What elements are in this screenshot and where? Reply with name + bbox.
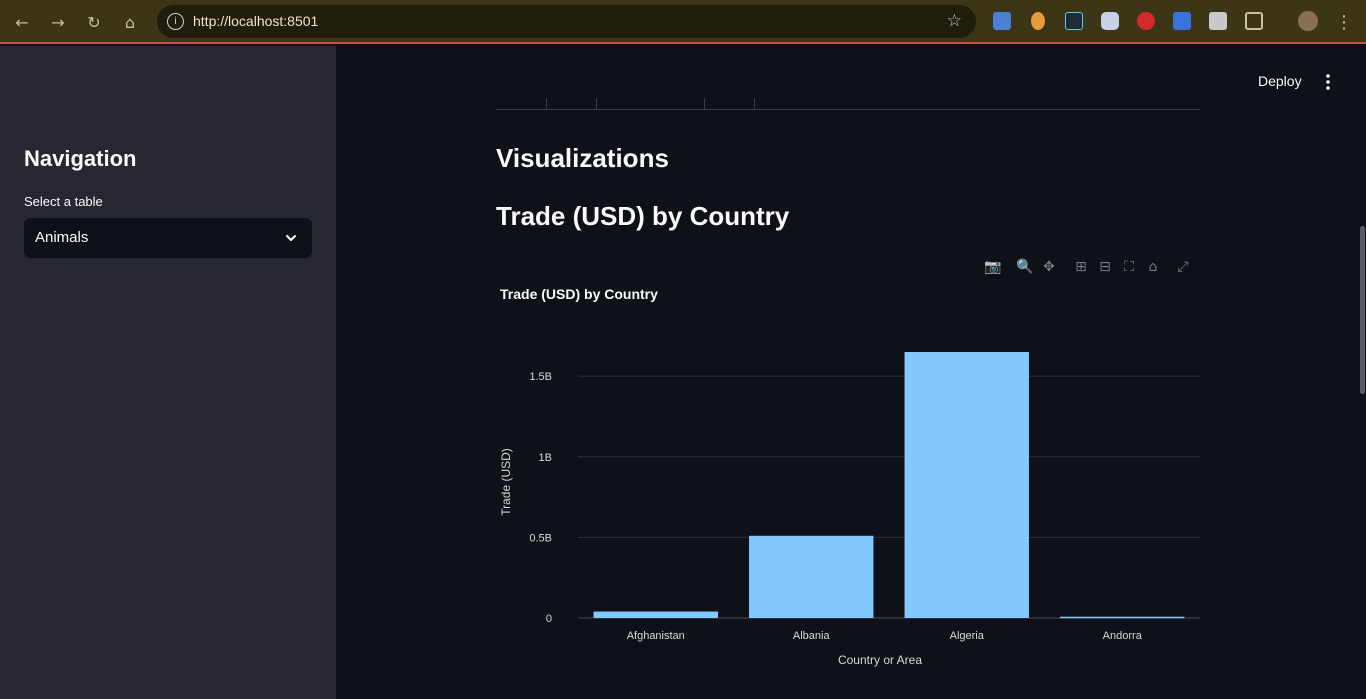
shield-extension-icon[interactable] (1101, 12, 1119, 30)
x-tick-label: Albania (793, 630, 831, 642)
section-heading: Visualizations (496, 143, 669, 173)
bar-afghanistan[interactable] (593, 611, 718, 618)
sidebar-title: Navigation (24, 146, 137, 171)
chart-title: Trade (USD) by Country (500, 286, 658, 302)
main-menu-icon[interactable] (1320, 73, 1336, 91)
site-info-icon[interactable]: i (167, 13, 184, 30)
x-axis-label: Country or Area (838, 653, 922, 667)
reload-icon[interactable]: ↻ (82, 10, 106, 34)
x-tick-label: Algeria (950, 630, 985, 642)
x-tick-label: Afghanistan (627, 630, 685, 642)
table-select[interactable]: Animals (24, 218, 312, 258)
sidebar: Navigation Select a table Animals (0, 46, 336, 699)
camera-icon[interactable]: 📷 (984, 258, 1002, 276)
send-extension-icon[interactable] (1173, 12, 1191, 30)
browser-toolbar: ← → ↻ ⌂ i http://localhost:8501 ☆ ⋮ (0, 0, 1366, 44)
zoom-icon[interactable]: 🔍 (1016, 258, 1034, 276)
chevron-down-icon[interactable] (284, 231, 298, 245)
chart-heading: Trade (USD) by Country (496, 201, 790, 231)
y-tick-label: 1.5B (529, 371, 552, 383)
adblock-icon[interactable] (1137, 12, 1155, 30)
notes-extension-icon[interactable] (1209, 12, 1227, 30)
x-tick-labels: Afghanistan Albania Algeria Andorra (627, 630, 1143, 642)
back-icon[interactable]: ← (10, 10, 34, 34)
fullscreen-icon[interactable]: ⤢ (1174, 258, 1192, 276)
trade-bar-chart: Trade (USD) by Country 0 0.5B 1B 1.5B Afgha… (499, 286, 1200, 667)
x-tick-label: Andorra (1103, 630, 1143, 642)
home-icon[interactable]: ⌂ (118, 10, 142, 34)
url-text[interactable]: http://localhost:8501 (193, 13, 318, 29)
address-bar[interactable]: i http://localhost:8501 ☆ (157, 5, 976, 38)
zoom-out-icon[interactable]: ⊟ (1096, 258, 1114, 276)
y-tick-labels: 0 0.5B 1B 1.5B (529, 371, 552, 625)
bookmark-star-icon[interactable]: ☆ (947, 11, 962, 31)
y-axis-label: Trade (USD) (499, 448, 513, 516)
main-content: Deploy Visualizations Trade (USD) by Cou… (336, 46, 1366, 699)
select-table-label: Select a table (24, 194, 103, 209)
page-scrollbar[interactable] (1360, 226, 1365, 394)
react-devtools-icon[interactable] (1065, 12, 1083, 30)
deploy-button[interactable]: Deploy (1258, 73, 1302, 89)
browser-menu-icon[interactable]: ⋮ (1332, 10, 1356, 34)
table-select-value[interactable]: Animals (35, 229, 88, 246)
forward-icon[interactable]: → (46, 10, 70, 34)
dataframe-bottom-edge (496, 98, 1200, 110)
y-tick-label: 1B (539, 452, 552, 464)
y-tick-label: 0 (546, 613, 552, 625)
chart-grid (578, 375, 1200, 619)
bar-andorra[interactable] (1060, 616, 1185, 619)
extensions-puzzle-icon[interactable] (1245, 12, 1263, 30)
bar-algeria[interactable] (904, 352, 1029, 618)
pan-icon[interactable]: ✥ (1040, 258, 1058, 276)
y-tick-label: 0.5B (529, 532, 552, 544)
extension-icon[interactable] (1031, 12, 1045, 30)
translate-extension-icon[interactable] (993, 12, 1011, 30)
autoscale-icon[interactable]: ⛶ (1120, 258, 1138, 276)
bar-albania[interactable] (749, 535, 874, 618)
profile-avatar[interactable] (1298, 11, 1318, 31)
chart-bars (593, 352, 1185, 619)
reset-axes-icon[interactable]: ⌂ (1144, 258, 1162, 276)
zoom-in-icon[interactable]: ⊞ (1072, 258, 1090, 276)
